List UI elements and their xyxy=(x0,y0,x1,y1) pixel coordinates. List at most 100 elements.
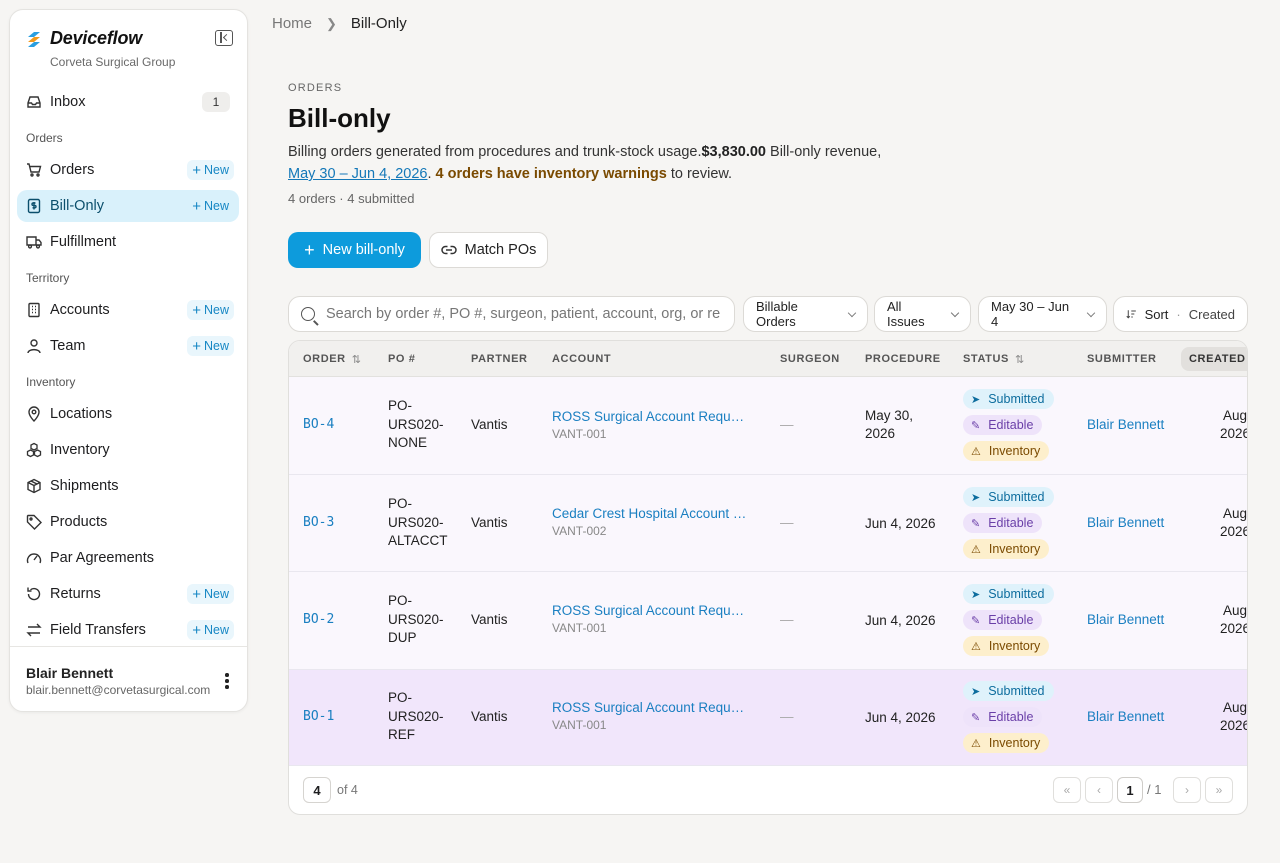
sidebar-item-accounts[interactable]: Accounts + New xyxy=(17,294,239,326)
sidebar-item-team[interactable]: Team + New xyxy=(17,330,239,362)
po-line: URS020- xyxy=(388,514,444,530)
account-link[interactable]: ROSS Surgical Account Request xyxy=(552,603,748,618)
sidebar-item-products[interactable]: Products xyxy=(17,506,239,538)
status-badge-editable: ✎ Editable xyxy=(963,513,1043,533)
chevron-down-icon xyxy=(847,308,857,317)
order-id-link[interactable]: BO-2 xyxy=(303,612,334,627)
breadcrumb-current: Bill-Only xyxy=(350,15,407,32)
account-cell: ROSS Surgical Account Request VANT-001 xyxy=(552,409,748,441)
sidebar-item-bill-only[interactable]: Bill-Only + New xyxy=(17,190,239,222)
order-id-link[interactable]: BO-4 xyxy=(303,417,334,432)
new-bill-only-nav-button[interactable]: + New xyxy=(187,196,234,216)
last-page-button[interactable]: » xyxy=(1205,777,1233,803)
search-icon xyxy=(301,307,315,321)
warning-icon: ⚠ xyxy=(971,543,981,556)
account-link[interactable]: ROSS Surgical Account Request xyxy=(552,700,748,715)
column-status[interactable]: STATUS ⇅ xyxy=(963,341,1025,377)
new-bill-only-label: New bill-only xyxy=(322,242,405,258)
brand[interactable]: Deviceflow xyxy=(26,28,142,49)
inbox-count-badge: 1 xyxy=(202,92,230,112)
sort-label: Sort xyxy=(1144,306,1169,322)
page-size-select[interactable]: 4 xyxy=(303,777,331,803)
sidebar-item-inventory[interactable]: Inventory xyxy=(17,434,239,466)
submitter-link[interactable]: Blair Bennett xyxy=(1087,709,1164,724)
sidebar-item-fulfillment[interactable]: Fulfillment xyxy=(17,226,239,258)
new-return-button[interactable]: + New xyxy=(187,584,234,604)
surgeon: — xyxy=(780,515,794,530)
procedure-date: Jun 4, 2026 xyxy=(865,709,955,727)
revenue-value: $3,830.00 xyxy=(701,144,766,160)
new-label: New xyxy=(203,303,229,317)
badge-label: Submitted xyxy=(988,490,1045,504)
breadcrumb-home[interactable]: Home xyxy=(272,15,312,32)
submitter-link[interactable]: Blair Bennett xyxy=(1087,612,1164,627)
desc-text: to review. xyxy=(666,166,733,182)
brand-name: Deviceflow xyxy=(50,28,143,48)
search-input[interactable] xyxy=(326,306,721,322)
column-partner: PARTNER xyxy=(471,353,528,365)
new-account-button[interactable]: + New xyxy=(187,300,234,320)
sidebar-item-label: Shipments xyxy=(50,478,119,494)
badge-label: Inventory xyxy=(988,736,1041,750)
match-pos-button[interactable]: Match POs xyxy=(429,232,548,268)
account-link[interactable]: ROSS Surgical Account Request xyxy=(552,409,748,424)
proc-line: May 30, xyxy=(865,408,914,423)
collapse-sidebar-icon[interactable] xyxy=(215,30,233,46)
badge-label: Editable xyxy=(988,710,1034,724)
warning-icon: ⚠ xyxy=(971,445,981,458)
submitter-link[interactable]: Blair Bennett xyxy=(1087,417,1164,432)
account-link[interactable]: Cedar Crest Hospital Account Request xyxy=(552,506,748,521)
page-eyebrow: ORDERS xyxy=(288,82,343,94)
column-order[interactable]: ORDER ⇅ xyxy=(303,341,362,377)
table-row[interactable]: BO-3 PO- URS020- ALTACCT Vantis Cedar Cres… xyxy=(289,475,1247,572)
total-pages-value: 1 xyxy=(1154,782,1162,797)
search-box[interactable] xyxy=(288,296,735,332)
created-line: Aug xyxy=(1222,506,1248,521)
created-date: Aug 2026 xyxy=(1205,407,1247,443)
package-icon xyxy=(26,478,42,494)
page-description: Billing orders generated from procedures… xyxy=(288,141,908,185)
sidebar-item-field-transfers[interactable]: Field Transfers + New xyxy=(17,614,239,646)
new-bill-only-button[interactable]: + New bill-only xyxy=(288,232,421,268)
table-row[interactable]: BO-2 PO- URS020- DUP Vantis ROSS Surgical … xyxy=(289,572,1247,670)
po-number: PO- URS020- ALTACCT xyxy=(388,495,458,551)
new-team-button[interactable]: + New xyxy=(187,336,234,356)
proc-line: Jun 4, 2026 xyxy=(865,710,936,725)
new-order-button[interactable]: + New xyxy=(187,160,234,180)
created-line: 2026 xyxy=(1219,718,1248,733)
submitter-link[interactable]: Blair Bennett xyxy=(1087,515,1164,530)
table-row[interactable]: BO-1 PO- URS020- REF Vantis ROSS Surgical … xyxy=(289,670,1247,766)
created-line: 2026 xyxy=(1219,621,1248,636)
sort-control[interactable]: Sort · Created xyxy=(1113,296,1248,332)
sidebar-item-inbox[interactable]: Inbox 1 xyxy=(17,86,239,118)
desc-text: . xyxy=(427,166,436,182)
prev-page-button[interactable]: ‹ xyxy=(1085,777,1113,803)
order-id-link[interactable]: BO-3 xyxy=(303,515,334,530)
sidebar-item-shipments[interactable]: Shipments xyxy=(17,470,239,502)
order-id-link[interactable]: BO-1 xyxy=(303,709,334,724)
billable-orders-filter[interactable]: Billable Orders xyxy=(743,296,868,332)
sidebar-item-label: Orders xyxy=(50,162,95,178)
new-field-transfer-button[interactable]: + New xyxy=(187,620,234,640)
date-range-filter[interactable]: May 30 – Jun 4 xyxy=(978,296,1107,332)
inbox-icon xyxy=(26,94,42,110)
current-page-input[interactable]: 1 xyxy=(1117,777,1143,803)
next-page-button[interactable]: › xyxy=(1173,777,1201,803)
sidebar-item-par-agreements[interactable]: Par Agreements xyxy=(17,542,239,574)
user-profile[interactable]: Blair Bennett blair.bennett@corvetasurgi… xyxy=(10,646,247,712)
issues-filter[interactable]: All Issues xyxy=(874,296,971,332)
table-row[interactable]: BO-4 PO- URS020- NONE Vantis ROSS Surgical… xyxy=(289,377,1247,475)
first-page-button[interactable]: « xyxy=(1053,777,1081,803)
pencil-icon: ✎ xyxy=(971,711,981,724)
date-range-link[interactable]: May 30 – Jun 4, 2026 xyxy=(288,166,427,182)
sidebar: Deviceflow Corveta Surgical Group Inbox … xyxy=(9,9,248,712)
sidebar-item-returns[interactable]: Returns + New xyxy=(17,578,239,610)
po-line: PO- xyxy=(388,593,413,608)
order-counts: 4 orders · 4 submitted xyxy=(288,191,415,206)
sidebar-item-orders[interactable]: Orders + New xyxy=(17,154,239,186)
column-created[interactable]: CREATED xyxy=(1181,347,1247,371)
status-badge-submitted: ➤ Submitted xyxy=(963,389,1054,409)
more-vertical-icon[interactable] xyxy=(225,673,229,691)
sidebar-item-locations[interactable]: Locations xyxy=(17,398,239,430)
sort-value: Created xyxy=(1188,306,1235,322)
